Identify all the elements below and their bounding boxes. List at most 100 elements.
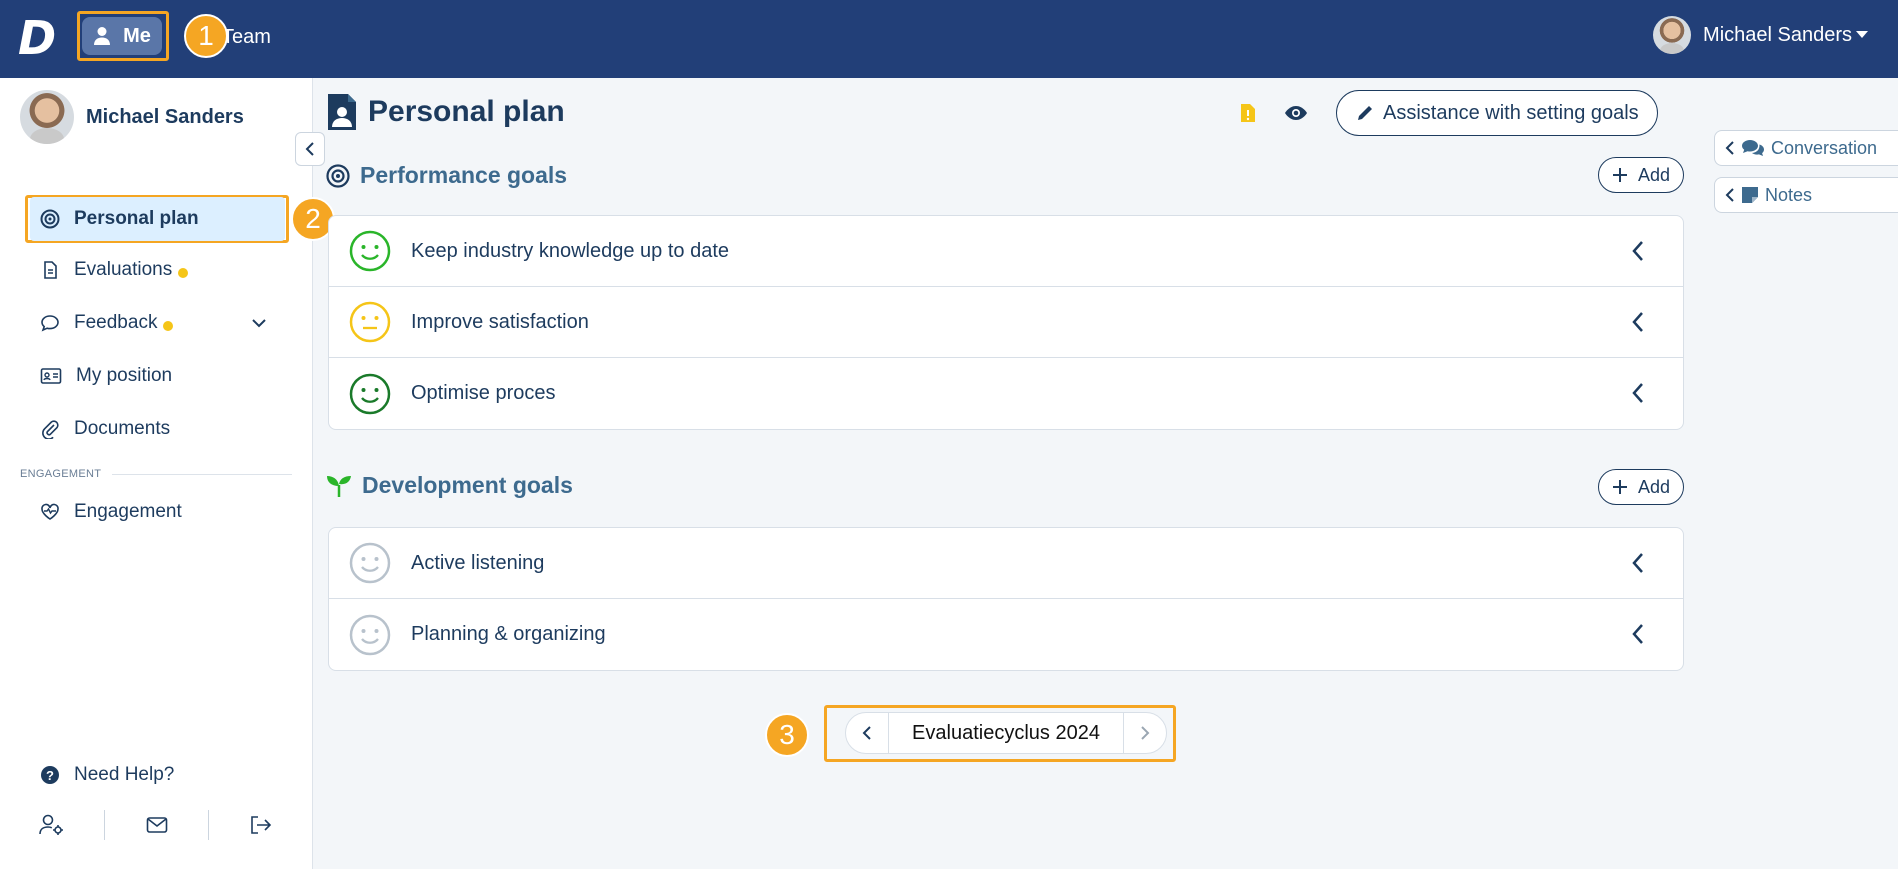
- document-alert-icon[interactable]: [1240, 103, 1256, 123]
- sidebar-item-feedback[interactable]: Feedback: [30, 301, 285, 345]
- chevron-left-icon[interactable]: [1631, 552, 1645, 574]
- smiley-neutral-icon: [349, 301, 391, 343]
- goal-row-planning-organizing[interactable]: Planning & organizing: [329, 599, 1683, 670]
- user-settings-button[interactable]: [0, 810, 104, 840]
- goal-label: Planning & organizing: [411, 623, 606, 645]
- eye-icon[interactable]: [1284, 105, 1308, 121]
- profile-name: Michael Sanders: [86, 105, 244, 128]
- engagement-section-label: ENGAGEMENT: [20, 468, 102, 480]
- sidebar-item-personal-plan[interactable]: Personal plan: [30, 197, 285, 241]
- notes-panel-tab[interactable]: Notes: [1714, 177, 1898, 213]
- smiley-happy-icon: [349, 373, 391, 414]
- sidebar-item-label: Personal plan: [74, 208, 199, 229]
- sidebar-item-label: Evaluations: [74, 259, 173, 280]
- svg-text:?: ?: [46, 768, 54, 783]
- section-divider: [112, 474, 292, 475]
- smiley-happy-icon: [349, 614, 391, 655]
- plus-icon: [1612, 480, 1627, 494]
- performance-goals-list: Keep industry knowledge up to date Impro…: [328, 215, 1684, 430]
- messages-button[interactable]: [105, 810, 209, 840]
- target-icon: [40, 209, 60, 229]
- goal-row-active-listening[interactable]: Active listening: [329, 528, 1683, 599]
- user-menu[interactable]: Michael Sanders: [1653, 16, 1868, 54]
- cycle-label[interactable]: Evaluatiecyclus 2024: [888, 713, 1124, 753]
- chevron-left-icon[interactable]: [1631, 311, 1645, 333]
- profile-header[interactable]: Michael Sanders: [20, 90, 244, 144]
- user-gear-icon: [39, 814, 63, 835]
- goal-label: Optimise proces: [411, 382, 556, 404]
- step-badge-1: 1: [184, 14, 228, 58]
- chevron-left-icon: [305, 142, 314, 156]
- sprout-icon: [327, 475, 351, 497]
- chevron-right-icon: [1141, 726, 1150, 740]
- assistance-with-goals-button[interactable]: Assistance with setting goals: [1336, 90, 1658, 136]
- goal-label: Active listening: [411, 551, 545, 574]
- add-label: Add: [1637, 164, 1671, 185]
- next-cycle-button[interactable]: [1124, 713, 1166, 753]
- add-performance-goal-button[interactable]: Add: [1598, 157, 1684, 193]
- sidebar-item-engagement[interactable]: Engagement: [30, 490, 285, 534]
- notification-dot: [163, 321, 174, 331]
- development-goals-list: Active listening Planning & organizing: [328, 527, 1684, 671]
- sidebar-item-evaluations[interactable]: Evaluations: [30, 248, 285, 292]
- chevron-down-icon[interactable]: [251, 318, 267, 328]
- chevron-left-icon[interactable]: [1631, 382, 1645, 404]
- question-circle-icon: ?: [41, 766, 59, 784]
- goal-label: Keep industry knowledge up to date: [411, 239, 729, 262]
- sidebar-item-label: Feedback: [74, 312, 158, 333]
- page-title-text: Personal plan: [368, 95, 565, 128]
- chevron-left-icon[interactable]: [1631, 240, 1645, 262]
- logout-icon: [251, 816, 272, 834]
- me-label: Me: [123, 24, 151, 47]
- top-navigation-bar: D Me Team 1 Michael Sanders: [0, 0, 1898, 78]
- id-card-icon: [40, 368, 62, 384]
- notes-tab-label: Notes: [1765, 184, 1813, 205]
- assistance-label: Assistance with setting goals: [1383, 101, 1639, 124]
- logout-button[interactable]: [209, 810, 313, 840]
- step-badge-3: 3: [765, 713, 809, 757]
- sticky-note-icon: [1742, 187, 1758, 203]
- team-tab-link[interactable]: Team: [222, 26, 271, 49]
- user-icon: [94, 27, 111, 45]
- goal-row-improve-satisfaction[interactable]: Improve satisfaction: [329, 287, 1683, 358]
- page-title: Personal plan: [326, 92, 565, 132]
- add-label: Add: [1637, 476, 1671, 497]
- paperclip-icon: [42, 420, 59, 439]
- sidebar-item-label: My position: [76, 365, 173, 386]
- me-tab-button[interactable]: Me: [82, 17, 162, 55]
- chat-icon: [41, 315, 59, 332]
- previous-cycle-button[interactable]: [846, 713, 888, 753]
- smiley-happy-icon: [349, 230, 391, 272]
- avatar: [20, 90, 74, 144]
- sidebar-item-my-position[interactable]: My position: [30, 354, 285, 398]
- chevron-left-icon: [1725, 141, 1734, 155]
- need-help-link[interactable]: ? Need Help?: [40, 764, 174, 786]
- comments-icon: [1742, 140, 1764, 156]
- cycle-selector: Evaluatiecyclus 2024: [845, 712, 1167, 754]
- avatar: [1653, 16, 1692, 54]
- app-logo[interactable]: D: [18, 15, 62, 61]
- development-goals-title: Development goals: [362, 472, 573, 498]
- conversation-panel-tab[interactable]: Conversation: [1714, 130, 1898, 166]
- document-icon: [44, 261, 57, 279]
- sidebar-item-documents[interactable]: Documents: [30, 407, 285, 451]
- need-help-label: Need Help?: [74, 764, 175, 785]
- chevron-left-icon: [862, 726, 871, 740]
- chevron-left-icon[interactable]: [1631, 623, 1645, 645]
- user-menu-name: Michael Sanders: [1703, 23, 1852, 46]
- development-goals-heading: Development goals: [326, 472, 573, 499]
- sidebar-item-label: Engagement: [74, 501, 182, 522]
- notification-dot: [178, 268, 189, 278]
- pencil-icon: [1358, 106, 1372, 120]
- caret-down-icon: [1856, 31, 1868, 38]
- goal-row-optimise-proces[interactable]: Optimise proces: [329, 358, 1683, 429]
- sidebar-footer-icons: [0, 800, 313, 850]
- smiley-happy-icon: [349, 542, 391, 584]
- heart-pulse-icon: [41, 503, 59, 520]
- collapse-sidebar-button[interactable]: [295, 132, 325, 166]
- performance-goals-heading: Performance goals: [326, 162, 567, 189]
- goal-row-keep-industry-knowledge[interactable]: Keep industry knowledge up to date: [329, 216, 1683, 287]
- goal-label: Improve satisfaction: [411, 310, 589, 333]
- add-development-goal-button[interactable]: Add: [1598, 469, 1684, 505]
- chevron-left-icon: [1725, 188, 1734, 202]
